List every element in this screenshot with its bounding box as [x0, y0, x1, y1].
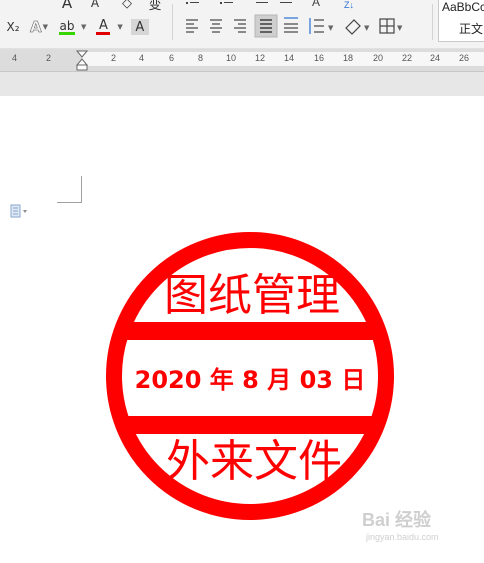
stamp-date-text: 2020 年 8 月 03 日	[135, 366, 366, 394]
watermark-logo: Bai 经验	[362, 510, 432, 530]
stamp-bottom-text: 外来文件	[166, 436, 342, 487]
seal-stamp[interactable]: 图纸管理 2020 年 8 月 03 日 外来文件	[0, 0, 484, 563]
stamp-band-bottom	[112, 416, 388, 434]
stamp-band-top	[112, 322, 388, 340]
stamp-top-text: 图纸管理	[164, 270, 340, 321]
watermark-url: jingyan.baidu.com	[366, 532, 439, 542]
